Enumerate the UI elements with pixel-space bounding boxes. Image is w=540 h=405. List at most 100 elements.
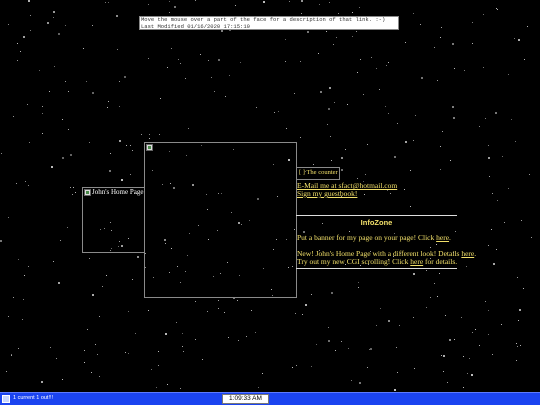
star bbox=[447, 382, 448, 383]
star bbox=[185, 78, 186, 79]
star bbox=[285, 61, 286, 62]
star bbox=[23, 299, 24, 300]
star bbox=[165, 333, 167, 335]
star bbox=[413, 13, 414, 14]
star bbox=[285, 39, 286, 40]
star bbox=[84, 350, 85, 351]
star bbox=[263, 1, 265, 3]
star bbox=[390, 193, 391, 194]
face-image-frame[interactable] bbox=[144, 142, 297, 298]
star bbox=[529, 174, 530, 175]
star bbox=[13, 116, 14, 117]
star bbox=[421, 77, 423, 79]
star bbox=[130, 174, 131, 175]
star bbox=[214, 91, 215, 92]
star bbox=[262, 373, 263, 374]
star bbox=[388, 320, 390, 322]
star bbox=[221, 30, 223, 32]
star bbox=[125, 352, 126, 353]
star bbox=[202, 359, 203, 360]
star bbox=[410, 206, 411, 207]
star bbox=[367, 144, 368, 145]
star bbox=[413, 140, 414, 141]
star bbox=[53, 11, 55, 13]
star bbox=[92, 25, 93, 26]
star bbox=[294, 93, 295, 94]
star bbox=[207, 311, 208, 312]
star bbox=[397, 372, 398, 373]
star bbox=[67, 227, 68, 228]
star bbox=[410, 170, 411, 171]
infozone-bottom-rule bbox=[296, 268, 457, 269]
star bbox=[454, 68, 455, 69]
star bbox=[396, 347, 397, 348]
star bbox=[514, 38, 515, 39]
star bbox=[167, 67, 168, 68]
star bbox=[278, 111, 279, 112]
star bbox=[178, 59, 179, 60]
star bbox=[92, 92, 94, 94]
star bbox=[379, 89, 380, 90]
star bbox=[335, 350, 336, 351]
star bbox=[454, 339, 455, 340]
star bbox=[225, 96, 226, 97]
star bbox=[405, 42, 406, 43]
star bbox=[18, 348, 19, 349]
star bbox=[508, 74, 509, 75]
home-page-image-frame[interactable]: John's Home Page bbox=[82, 187, 145, 253]
star bbox=[107, 107, 108, 108]
banner-here-link[interactable]: here bbox=[436, 233, 449, 242]
star bbox=[70, 154, 72, 156]
star bbox=[515, 141, 516, 142]
star bbox=[0, 240, 2, 242]
broken-image-icon bbox=[146, 144, 153, 151]
star bbox=[86, 81, 87, 82]
star bbox=[334, 102, 335, 103]
star bbox=[24, 275, 25, 276]
star bbox=[307, 31, 309, 33]
star bbox=[73, 187, 74, 188]
star bbox=[11, 354, 12, 355]
star bbox=[211, 77, 212, 78]
star bbox=[128, 353, 129, 354]
star bbox=[488, 145, 489, 146]
star bbox=[169, 12, 170, 13]
star bbox=[83, 48, 84, 49]
guestbook-link[interactable]: Sign my guestbook! bbox=[297, 189, 357, 198]
star bbox=[492, 193, 493, 194]
star bbox=[106, 275, 107, 276]
star bbox=[463, 356, 464, 357]
star bbox=[415, 115, 416, 116]
star bbox=[376, 68, 377, 69]
star bbox=[405, 141, 407, 143]
star bbox=[327, 124, 328, 125]
star bbox=[95, 344, 96, 345]
star bbox=[521, 220, 522, 221]
star bbox=[351, 380, 352, 381]
star bbox=[441, 27, 442, 28]
star bbox=[195, 339, 196, 340]
star bbox=[495, 112, 497, 114]
star bbox=[29, 142, 30, 143]
star bbox=[508, 188, 509, 189]
star bbox=[436, 244, 437, 245]
star bbox=[56, 358, 57, 359]
infozone-title: InfoZone bbox=[360, 218, 393, 227]
star bbox=[519, 309, 521, 311]
star bbox=[496, 249, 497, 250]
page-icon bbox=[2, 395, 10, 403]
news1-here-link[interactable]: here bbox=[461, 249, 474, 258]
star bbox=[341, 157, 343, 159]
news2-here-link[interactable]: here bbox=[410, 257, 423, 266]
status-bar: 1 current 1 out!!! 1:09:33 AM bbox=[0, 392, 540, 405]
star bbox=[333, 44, 334, 45]
star bbox=[328, 340, 330, 342]
star bbox=[228, 337, 229, 338]
star bbox=[54, 66, 55, 67]
star bbox=[349, 231, 350, 232]
star bbox=[313, 164, 314, 165]
star bbox=[218, 59, 220, 61]
star bbox=[352, 36, 353, 37]
star bbox=[174, 6, 176, 8]
star bbox=[341, 341, 342, 342]
